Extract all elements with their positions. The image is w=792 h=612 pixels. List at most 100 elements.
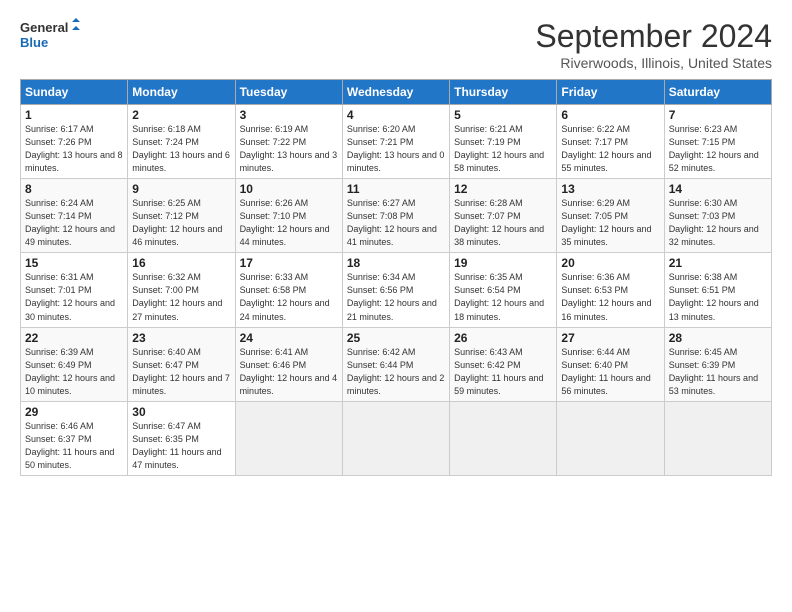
- table-cell: 10 Sunrise: 6:26 AMSunset: 7:10 PMDaylig…: [235, 179, 342, 253]
- header: General Blue September 2024 Riverwoods, …: [20, 18, 772, 71]
- table-cell: 15 Sunrise: 6:31 AMSunset: 7:01 PMDaylig…: [21, 253, 128, 327]
- table-cell: 29 Sunrise: 6:46 AMSunset: 6:37 PMDaylig…: [21, 401, 128, 475]
- day-info: Sunrise: 6:38 AMSunset: 6:51 PMDaylight:…: [669, 272, 759, 321]
- day-info: Sunrise: 6:30 AMSunset: 7:03 PMDaylight:…: [669, 198, 759, 247]
- day-number: 14: [669, 182, 767, 196]
- day-number: 8: [25, 182, 123, 196]
- day-info: Sunrise: 6:33 AMSunset: 6:58 PMDaylight:…: [240, 272, 330, 321]
- day-info: Sunrise: 6:40 AMSunset: 6:47 PMDaylight:…: [132, 347, 230, 396]
- table-cell: 24 Sunrise: 6:41 AMSunset: 6:46 PMDaylig…: [235, 327, 342, 401]
- table-cell: 4 Sunrise: 6:20 AMSunset: 7:21 PMDayligh…: [342, 105, 449, 179]
- day-info: Sunrise: 6:46 AMSunset: 6:37 PMDaylight:…: [25, 421, 114, 470]
- table-cell: [450, 401, 557, 475]
- table-cell: 9 Sunrise: 6:25 AMSunset: 7:12 PMDayligh…: [128, 179, 235, 253]
- col-sunday: Sunday: [21, 80, 128, 105]
- title-block: September 2024 Riverwoods, Illinois, Uni…: [535, 18, 772, 71]
- day-info: Sunrise: 6:21 AMSunset: 7:19 PMDaylight:…: [454, 124, 544, 173]
- month-title: September 2024: [535, 18, 772, 55]
- day-number: 25: [347, 331, 445, 345]
- day-info: Sunrise: 6:44 AMSunset: 6:40 PMDaylight:…: [561, 347, 650, 396]
- table-cell: 19 Sunrise: 6:35 AMSunset: 6:54 PMDaylig…: [450, 253, 557, 327]
- day-info: Sunrise: 6:20 AMSunset: 7:21 PMDaylight:…: [347, 124, 445, 173]
- day-number: 4: [347, 108, 445, 122]
- table-cell: [342, 401, 449, 475]
- table-cell: 14 Sunrise: 6:30 AMSunset: 7:03 PMDaylig…: [664, 179, 771, 253]
- day-number: 24: [240, 331, 338, 345]
- day-number: 30: [132, 405, 230, 419]
- logo-svg: General Blue: [20, 18, 80, 54]
- logo: General Blue: [20, 18, 80, 54]
- day-number: 3: [240, 108, 338, 122]
- day-info: Sunrise: 6:22 AMSunset: 7:17 PMDaylight:…: [561, 124, 651, 173]
- col-tuesday: Tuesday: [235, 80, 342, 105]
- day-number: 9: [132, 182, 230, 196]
- table-cell: 23 Sunrise: 6:40 AMSunset: 6:47 PMDaylig…: [128, 327, 235, 401]
- day-number: 26: [454, 331, 552, 345]
- day-info: Sunrise: 6:36 AMSunset: 6:53 PMDaylight:…: [561, 272, 651, 321]
- table-cell: 28 Sunrise: 6:45 AMSunset: 6:39 PMDaylig…: [664, 327, 771, 401]
- col-saturday: Saturday: [664, 80, 771, 105]
- table-cell: 26 Sunrise: 6:43 AMSunset: 6:42 PMDaylig…: [450, 327, 557, 401]
- table-cell: 17 Sunrise: 6:33 AMSunset: 6:58 PMDaylig…: [235, 253, 342, 327]
- day-info: Sunrise: 6:23 AMSunset: 7:15 PMDaylight:…: [669, 124, 759, 173]
- day-info: Sunrise: 6:42 AMSunset: 6:44 PMDaylight:…: [347, 347, 445, 396]
- day-info: Sunrise: 6:45 AMSunset: 6:39 PMDaylight:…: [669, 347, 758, 396]
- table-cell: 27 Sunrise: 6:44 AMSunset: 6:40 PMDaylig…: [557, 327, 664, 401]
- day-number: 19: [454, 256, 552, 270]
- table-cell: 2 Sunrise: 6:18 AMSunset: 7:24 PMDayligh…: [128, 105, 235, 179]
- table-cell: 7 Sunrise: 6:23 AMSunset: 7:15 PMDayligh…: [664, 105, 771, 179]
- svg-text:General: General: [20, 20, 68, 35]
- day-info: Sunrise: 6:29 AMSunset: 7:05 PMDaylight:…: [561, 198, 651, 247]
- day-number: 28: [669, 331, 767, 345]
- table-cell: 18 Sunrise: 6:34 AMSunset: 6:56 PMDaylig…: [342, 253, 449, 327]
- day-number: 6: [561, 108, 659, 122]
- day-number: 2: [132, 108, 230, 122]
- svg-text:Blue: Blue: [20, 35, 48, 50]
- day-info: Sunrise: 6:24 AMSunset: 7:14 PMDaylight:…: [25, 198, 115, 247]
- day-number: 5: [454, 108, 552, 122]
- day-info: Sunrise: 6:32 AMSunset: 7:00 PMDaylight:…: [132, 272, 222, 321]
- table-cell: [235, 401, 342, 475]
- col-monday: Monday: [128, 80, 235, 105]
- day-info: Sunrise: 6:25 AMSunset: 7:12 PMDaylight:…: [132, 198, 222, 247]
- day-info: Sunrise: 6:39 AMSunset: 6:49 PMDaylight:…: [25, 347, 115, 396]
- day-number: 21: [669, 256, 767, 270]
- day-number: 29: [25, 405, 123, 419]
- day-number: 27: [561, 331, 659, 345]
- table-cell: 30 Sunrise: 6:47 AMSunset: 6:35 PMDaylig…: [128, 401, 235, 475]
- day-number: 1: [25, 108, 123, 122]
- table-cell: 6 Sunrise: 6:22 AMSunset: 7:17 PMDayligh…: [557, 105, 664, 179]
- calendar-table: Sunday Monday Tuesday Wednesday Thursday…: [20, 79, 772, 476]
- page: General Blue September 2024 Riverwoods, …: [0, 0, 792, 612]
- day-info: Sunrise: 6:31 AMSunset: 7:01 PMDaylight:…: [25, 272, 115, 321]
- day-number: 17: [240, 256, 338, 270]
- col-friday: Friday: [557, 80, 664, 105]
- table-cell: 22 Sunrise: 6:39 AMSunset: 6:49 PMDaylig…: [21, 327, 128, 401]
- day-info: Sunrise: 6:41 AMSunset: 6:46 PMDaylight:…: [240, 347, 338, 396]
- day-number: 20: [561, 256, 659, 270]
- day-number: 11: [347, 182, 445, 196]
- day-info: Sunrise: 6:34 AMSunset: 6:56 PMDaylight:…: [347, 272, 437, 321]
- table-cell: [664, 401, 771, 475]
- day-info: Sunrise: 6:27 AMSunset: 7:08 PMDaylight:…: [347, 198, 437, 247]
- col-thursday: Thursday: [450, 80, 557, 105]
- day-info: Sunrise: 6:28 AMSunset: 7:07 PMDaylight:…: [454, 198, 544, 247]
- table-cell: 5 Sunrise: 6:21 AMSunset: 7:19 PMDayligh…: [450, 105, 557, 179]
- day-info: Sunrise: 6:17 AMSunset: 7:26 PMDaylight:…: [25, 124, 123, 173]
- day-info: Sunrise: 6:43 AMSunset: 6:42 PMDaylight:…: [454, 347, 543, 396]
- day-number: 23: [132, 331, 230, 345]
- day-number: 15: [25, 256, 123, 270]
- day-number: 7: [669, 108, 767, 122]
- table-cell: 13 Sunrise: 6:29 AMSunset: 7:05 PMDaylig…: [557, 179, 664, 253]
- day-info: Sunrise: 6:18 AMSunset: 7:24 PMDaylight:…: [132, 124, 230, 173]
- day-info: Sunrise: 6:35 AMSunset: 6:54 PMDaylight:…: [454, 272, 544, 321]
- table-cell: 25 Sunrise: 6:42 AMSunset: 6:44 PMDaylig…: [342, 327, 449, 401]
- header-row: Sunday Monday Tuesday Wednesday Thursday…: [21, 80, 772, 105]
- table-cell: 16 Sunrise: 6:32 AMSunset: 7:00 PMDaylig…: [128, 253, 235, 327]
- day-number: 22: [25, 331, 123, 345]
- day-number: 10: [240, 182, 338, 196]
- col-wednesday: Wednesday: [342, 80, 449, 105]
- table-cell: 20 Sunrise: 6:36 AMSunset: 6:53 PMDaylig…: [557, 253, 664, 327]
- day-info: Sunrise: 6:19 AMSunset: 7:22 PMDaylight:…: [240, 124, 338, 173]
- location-title: Riverwoods, Illinois, United States: [535, 55, 772, 71]
